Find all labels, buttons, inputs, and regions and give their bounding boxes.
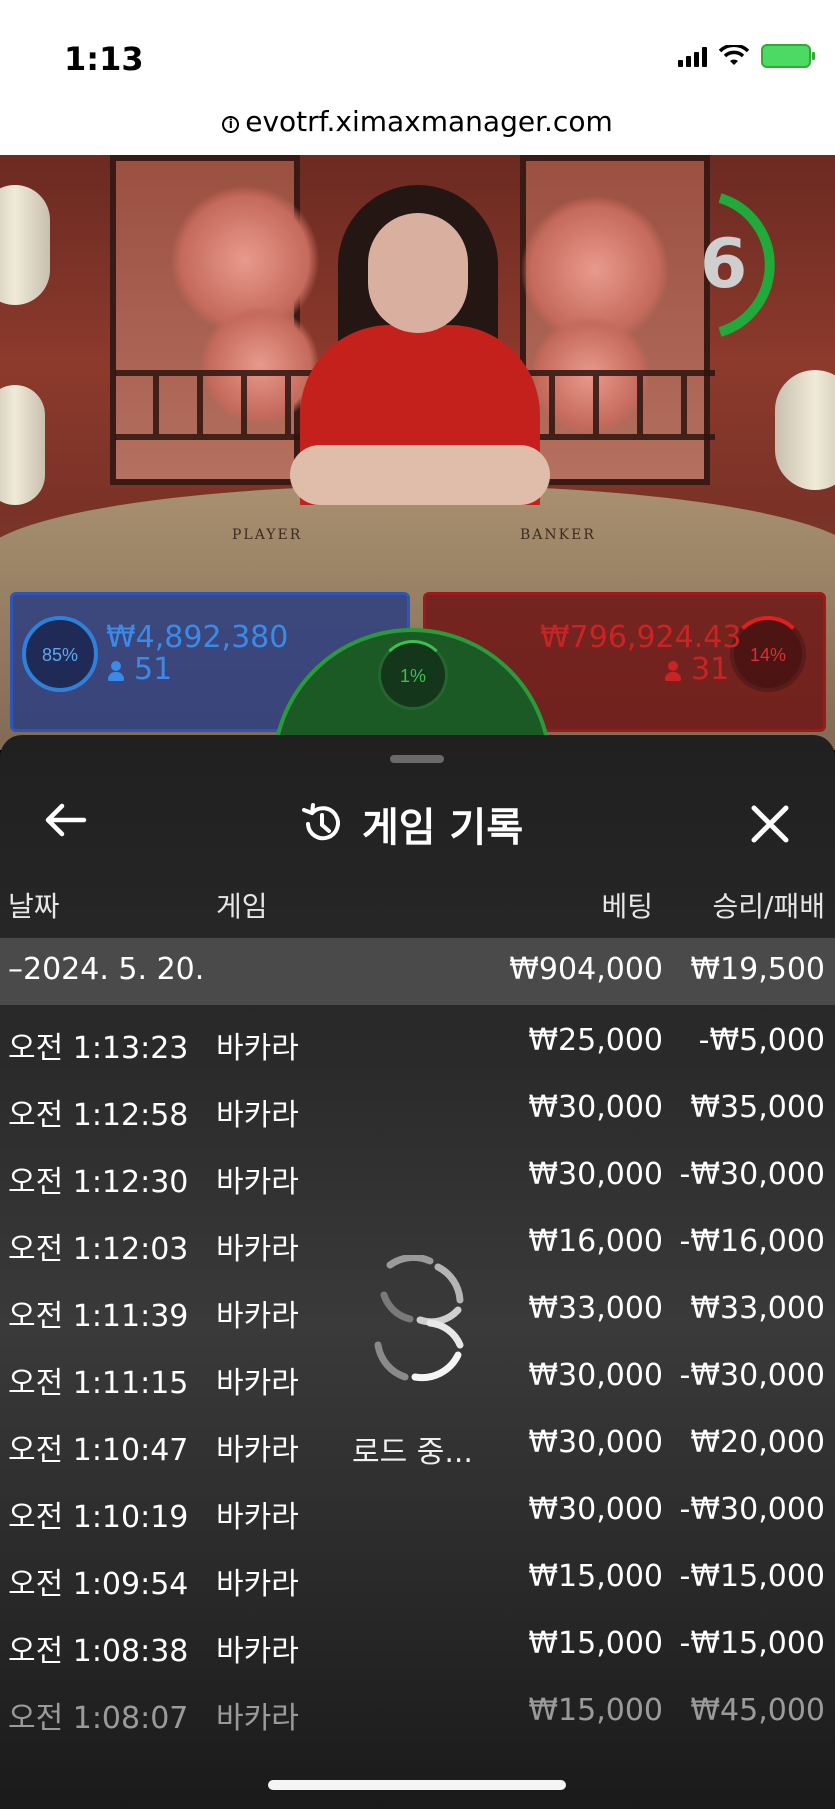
person-icon — [108, 661, 124, 681]
arrow-left-icon[interactable] — [40, 800, 88, 840]
lantern — [0, 185, 50, 305]
row-time: 오전 1:12:58 — [8, 1098, 189, 1133]
row-game: 바카라 — [216, 1433, 299, 1468]
row-bet: ₩16,000 — [528, 1224, 663, 1259]
player-bet-amount: ₩4,892,380 — [106, 620, 289, 655]
history-row[interactable]: 오전 1:09:54 바카라 ₩15,000 -₩15,000 — [0, 1541, 835, 1608]
player-percent: 85% — [22, 616, 98, 692]
banker-bet-amount: ₩796,924.43 — [540, 620, 742, 655]
row-game: 바카라 — [216, 1299, 299, 1334]
sheet-title: 게임 기록 — [362, 805, 524, 851]
lantern — [775, 370, 835, 490]
row-bet: ₩30,000 — [528, 1157, 663, 1192]
row-result: -₩30,000 — [679, 1358, 825, 1393]
row-game: 바카라 — [216, 1165, 299, 1200]
row-bet: ₩15,000 — [528, 1559, 663, 1594]
row-bet: ₩15,000 — [528, 1693, 663, 1728]
column-header-game: 게임 — [216, 890, 268, 923]
row-game: 바카라 — [216, 1567, 299, 1602]
person-icon — [665, 661, 681, 681]
row-time: 오전 1:13:23 — [8, 1031, 189, 1066]
loading-spinner-icon — [374, 1255, 464, 1382]
column-header-bet: 베팅 — [601, 890, 653, 923]
row-time: 오전 1:10:19 — [8, 1500, 189, 1535]
info-icon[interactable]: i — [222, 116, 240, 133]
row-result: -₩15,000 — [679, 1559, 825, 1594]
date-group-label: –2024. 5. 20. — [8, 952, 205, 987]
url-text: evotrf.ximaxmanager.com — [245, 105, 613, 138]
history-row[interactable]: 오전 1:12:30 바카라 ₩30,000 -₩30,000 — [0, 1139, 835, 1206]
table-player-label: PLAYER — [232, 527, 303, 543]
sheet-title-group: 게임 기록 — [300, 795, 523, 853]
tie-percent: 1% — [378, 640, 448, 710]
row-bet: ₩15,000 — [528, 1626, 663, 1661]
close-icon[interactable] — [746, 800, 794, 848]
loading-text: 로드 중... — [352, 1435, 473, 1470]
row-game: 바카라 — [216, 1031, 299, 1066]
sheet-grabber[interactable] — [390, 755, 444, 763]
row-bet: ₩25,000 — [528, 1023, 663, 1058]
dealer — [290, 175, 550, 595]
status-icons — [678, 44, 815, 68]
row-result: -₩30,000 — [679, 1157, 825, 1192]
row-time: 오전 1:11:15 — [8, 1366, 189, 1401]
history-row[interactable]: 오전 1:08:07 바카라 ₩15,000 ₩45,000 — [0, 1675, 835, 1742]
row-bet: ₩33,000 — [528, 1291, 663, 1326]
countdown-number: 6 — [700, 225, 748, 304]
row-time: 오전 1:08:38 — [8, 1634, 189, 1669]
address-bar[interactable]: i evotrf.ximaxmanager.com — [0, 105, 835, 155]
row-result: -₩5,000 — [698, 1023, 825, 1058]
row-time: 오전 1:11:39 — [8, 1299, 189, 1334]
row-result: ₩35,000 — [690, 1090, 825, 1125]
row-bet: ₩30,000 — [528, 1090, 663, 1125]
date-group-result-total: ₩19,500 — [690, 952, 825, 987]
history-row[interactable]: 오전 1:12:58 바카라 ₩30,000 ₩35,000 — [0, 1072, 835, 1139]
row-result: ₩45,000 — [690, 1693, 825, 1728]
banker-bettor-count: 31 — [665, 652, 729, 687]
row-time: 오전 1:09:54 — [8, 1567, 189, 1602]
column-header-result: 승리/패배 — [712, 890, 825, 923]
row-result: -₩30,000 — [679, 1492, 825, 1527]
row-time: 오전 1:08:07 — [8, 1701, 189, 1736]
lantern — [0, 385, 45, 505]
row-result: ₩33,000 — [690, 1291, 825, 1326]
home-indicator[interactable] — [268, 1780, 566, 1790]
status-time: 1:13 — [64, 40, 144, 78]
wifi-icon — [719, 45, 749, 65]
history-row[interactable]: 오전 1:13:23 바카라 ₩25,000 -₩5,000 — [0, 1005, 835, 1072]
row-bet: ₩30,000 — [528, 1492, 663, 1527]
row-bet: ₩30,000 — [528, 1358, 663, 1393]
row-game: 바카라 — [216, 1232, 299, 1267]
row-game: 바카라 — [216, 1701, 299, 1736]
history-row[interactable]: 오전 1:10:19 바카라 ₩30,000 -₩30,000 — [0, 1474, 835, 1541]
row-game: 바카라 — [216, 1634, 299, 1669]
row-game: 바카라 — [216, 1366, 299, 1401]
date-group-bet-total: ₩904,000 — [509, 952, 663, 987]
battery-charging-icon — [761, 44, 815, 68]
history-row[interactable]: 오전 1:08:38 바카라 ₩15,000 -₩15,000 — [0, 1608, 835, 1675]
history-icon — [302, 803, 340, 841]
date-group-row[interactable]: –2024. 5. 20. ₩904,000 ₩19,500 — [0, 938, 835, 1005]
row-game: 바카라 — [216, 1098, 299, 1133]
column-header-date: 날짜 — [8, 890, 60, 923]
row-time: 오전 1:12:03 — [8, 1232, 189, 1267]
row-time: 오전 1:10:47 — [8, 1433, 189, 1468]
row-time: 오전 1:12:30 — [8, 1165, 189, 1200]
row-game: 바카라 — [216, 1500, 299, 1535]
status-bar: 1:13 — [0, 0, 835, 105]
row-result: -₩16,000 — [679, 1224, 825, 1259]
row-bet: ₩30,000 — [528, 1425, 663, 1460]
row-result: -₩15,000 — [679, 1626, 825, 1661]
game-history-sheet: 게임 기록 날짜 게임 베팅 승리/패배 –2024. 5. 20. ₩904,… — [0, 735, 835, 1809]
cellular-signal-icon — [678, 45, 707, 67]
row-result: ₩20,000 — [690, 1425, 825, 1460]
sheet-header: 게임 기록 — [0, 765, 835, 875]
player-bettor-count: 51 — [108, 652, 172, 687]
